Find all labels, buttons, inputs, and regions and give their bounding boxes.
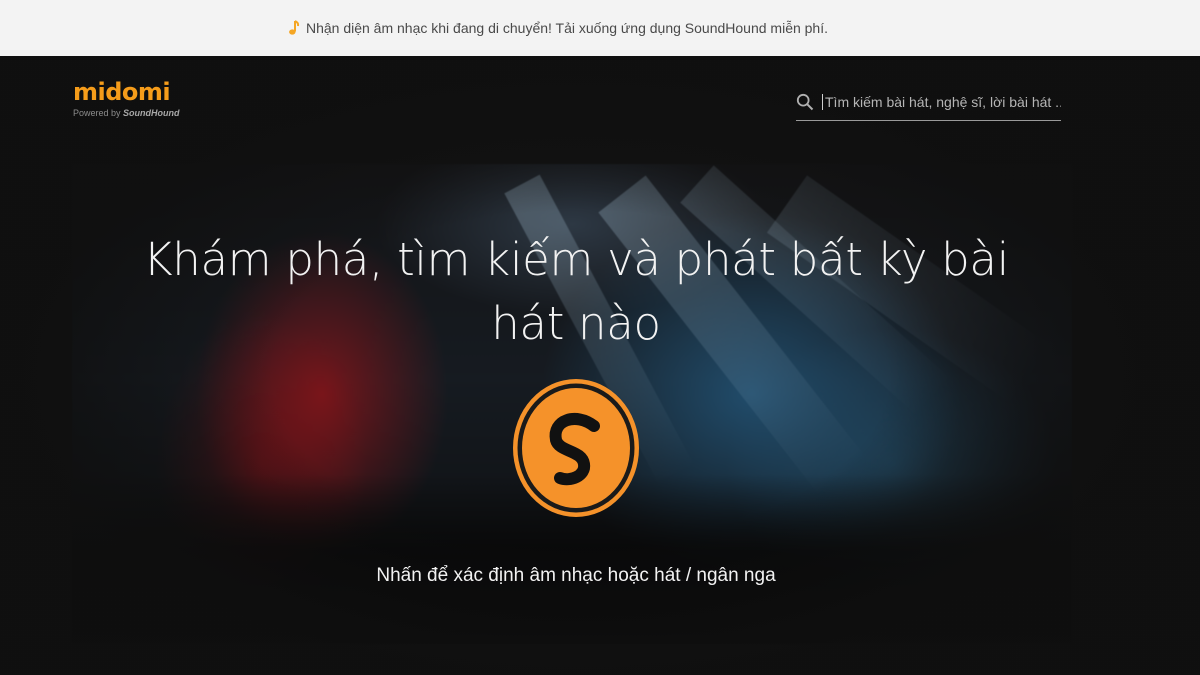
midomi-logo[interactable]: midomi Powered by SoundHound — [73, 78, 203, 118]
search-bar[interactable] — [796, 84, 1061, 121]
soundhound-icon — [513, 379, 639, 517]
page-title: Khám phá, tìm kiếm và phát bất kỳ bài há… — [143, 233, 1009, 350]
hero-section: midomi Powered by SoundHound Khám phá, t… — [0, 56, 1200, 675]
powered-by-label: Powered by SoundHound — [73, 108, 180, 118]
cta-text: Nhấn để xác định âm nhạc hoặc hát / ngân… — [376, 565, 776, 586]
soundhound-listen-button[interactable] — [512, 378, 640, 518]
banner-text[interactable]: Nhận diện âm nhạc khi đang di chuyển! Tả… — [306, 20, 828, 36]
app-banner[interactable]: Nhận diện âm nhạc khi đang di chuyển! Tả… — [0, 0, 1200, 56]
music-note-icon — [286, 19, 302, 37]
search-input[interactable] — [822, 94, 1061, 110]
search-icon[interactable] — [796, 93, 814, 111]
logo-wordmark: midomi — [73, 78, 171, 106]
